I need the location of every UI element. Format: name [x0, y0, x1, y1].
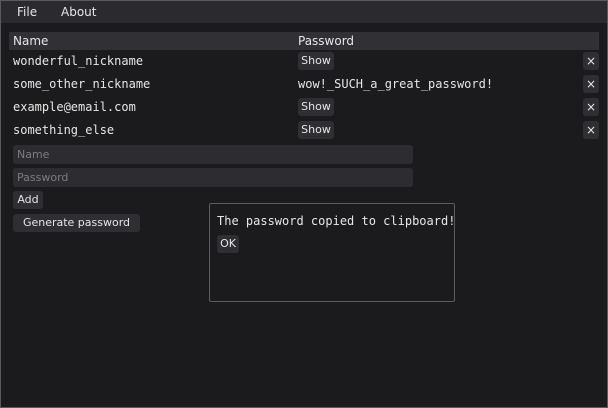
table-row: wonderful_nickname Show × — [9, 51, 599, 71]
show-password-button[interactable]: Show — [298, 121, 334, 139]
menu-file[interactable]: File — [15, 1, 39, 23]
entry-name: wonderful_nickname — [13, 54, 144, 68]
show-password-button[interactable]: Show — [298, 52, 334, 70]
column-header-password: Password — [298, 34, 355, 48]
entry-name: something_else — [13, 123, 115, 137]
menu-about[interactable]: About — [59, 1, 98, 23]
table-row: some_other_nickname wow!_SUCH_a_great_pa… — [9, 74, 599, 94]
delete-entry-button[interactable]: × — [583, 75, 599, 93]
clipboard-popup: The password copied to clipboard! OK — [209, 203, 455, 302]
entry-password: wow!_SUCH_a_great_password! — [298, 77, 494, 91]
ok-button[interactable]: OK — [217, 235, 239, 253]
popup-message: The password copied to clipboard! — [217, 214, 456, 228]
table-header: Name Password — [9, 32, 599, 50]
column-header-name: Name — [13, 34, 49, 48]
app-window: File About Name Password wonderful_nickn… — [0, 0, 608, 408]
generate-password-button[interactable]: Generate password — [13, 214, 140, 232]
name-input[interactable]: Name — [13, 145, 413, 164]
password-input[interactable]: Password — [13, 168, 413, 187]
menu-bar: File About — [1, 1, 607, 23]
delete-entry-button[interactable]: × — [583, 98, 599, 116]
show-password-button[interactable]: Show — [298, 98, 334, 116]
table-row: example@email.com Show × — [9, 97, 599, 117]
add-button[interactable]: Add — [13, 191, 43, 209]
delete-entry-button[interactable]: × — [583, 121, 599, 139]
entry-name: some_other_nickname — [13, 77, 151, 91]
entry-name: example@email.com — [13, 100, 136, 114]
delete-entry-button[interactable]: × — [583, 52, 599, 70]
table-row: something_else Show × — [9, 120, 599, 140]
